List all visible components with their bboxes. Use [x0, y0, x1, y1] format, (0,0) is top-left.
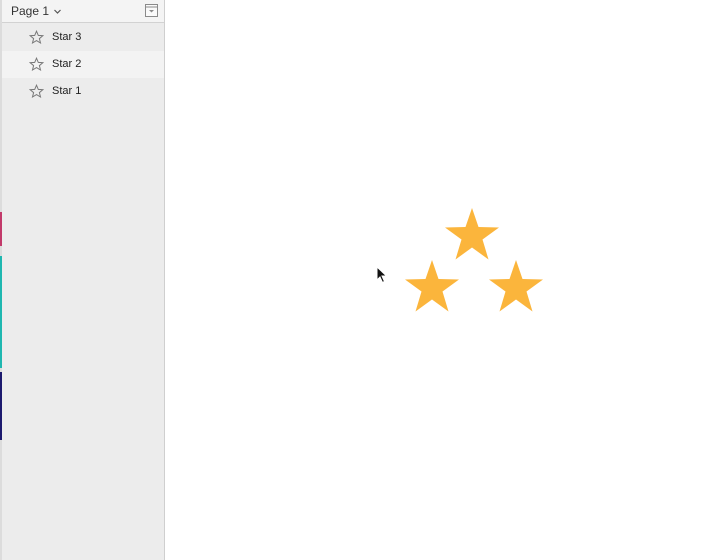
chevron-down-icon: [54, 9, 61, 14]
collapse-panel-icon[interactable]: [145, 4, 158, 17]
page-header: Page 1: [2, 0, 164, 23]
edge-segment-teal: [0, 256, 2, 368]
star-outline-icon: [29, 30, 44, 45]
layers-sidebar: Page 1 Star 3 Star 2 Star 1: [0, 0, 165, 560]
star-2-shape[interactable]: [404, 259, 460, 313]
edge-segment-navy: [0, 372, 2, 440]
layer-label: Star 3: [52, 31, 82, 43]
star-1-shape[interactable]: [488, 259, 544, 313]
star-outline-icon: [29, 57, 44, 72]
layer-item-star-2[interactable]: Star 2: [2, 51, 164, 78]
page-selector-label: Page 1: [11, 4, 50, 18]
design-canvas[interactable]: [166, 0, 720, 560]
layer-label: Star 2: [52, 58, 82, 70]
layer-item-star-1[interactable]: Star 1: [2, 78, 164, 105]
star-3-shape[interactable]: [444, 207, 500, 261]
page-selector[interactable]: Page 1: [11, 4, 62, 18]
layer-label: Star 1: [52, 85, 82, 97]
app-window: Page 1 Star 3 Star 2 Star 1: [0, 0, 720, 560]
layer-list: Star 3 Star 2 Star 1: [2, 24, 164, 105]
star-outline-icon: [29, 84, 44, 99]
edge-segment-pink: [0, 212, 2, 246]
layer-item-star-3[interactable]: Star 3: [2, 24, 164, 51]
